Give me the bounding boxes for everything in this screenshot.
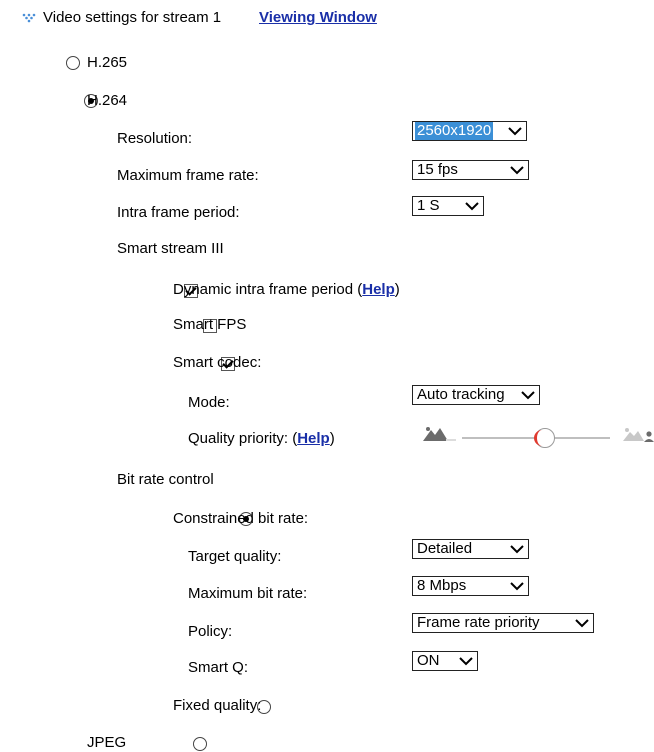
max-frame-rate-select[interactable]: 15 fps xyxy=(412,160,529,180)
chevron-down-icon xyxy=(509,161,525,179)
smart-q-label: Smart Q: xyxy=(188,659,249,676)
max-bit-rate-value: 8 Mbps xyxy=(417,577,467,594)
h265-label[interactable]: H.265 xyxy=(87,54,127,72)
dynamic-intra-help-link[interactable]: Help xyxy=(362,281,395,298)
resolution-label: Resolution: xyxy=(117,130,193,147)
smart-stream-title: Smart stream III xyxy=(117,240,224,257)
intra-frame-select[interactable]: 1 S xyxy=(412,196,484,216)
section-title: Video settings for stream 1 xyxy=(43,9,222,26)
constrained-bit-rate-label: Constrained bit rate: xyxy=(173,510,309,527)
smart-q-value: ON xyxy=(417,652,440,669)
jpeg-label[interactable]: JPEG xyxy=(87,734,126,752)
chevron-down-icon xyxy=(509,577,525,595)
landscape-person-icon xyxy=(622,426,654,442)
intra-frame-value: 1 S xyxy=(417,197,440,214)
dynamic-intra-label-suffix: ) xyxy=(394,281,400,298)
policy-select[interactable]: Frame rate priority xyxy=(412,613,594,633)
target-quality-select[interactable]: Detailed xyxy=(412,539,529,559)
dynamic-intra-label: Dynamic intra frame period (Help) xyxy=(173,281,400,299)
intra-frame-label: Intra frame period: xyxy=(117,204,240,221)
max-frame-rate-value: 15 fps xyxy=(417,161,458,178)
fixed-quality-label: Fixed quality: xyxy=(173,697,262,714)
chevron-down-icon xyxy=(458,652,474,670)
smart-q-select[interactable]: ON xyxy=(412,651,478,671)
policy-label: Policy: xyxy=(188,623,233,640)
policy-value: Frame rate priority xyxy=(417,614,540,631)
quality-priority-label-suffix: ) xyxy=(329,430,335,447)
viewing-window-link[interactable]: Viewing Window xyxy=(259,9,377,27)
quality-priority-help-link[interactable]: Help xyxy=(297,430,330,447)
h265-radio[interactable] xyxy=(66,56,80,70)
chevron-down-icon xyxy=(507,122,523,140)
jpeg-radio[interactable] xyxy=(193,737,208,751)
target-quality-label: Target quality: xyxy=(188,548,282,565)
stream-expand-icon[interactable] xyxy=(22,11,36,23)
chevron-down-icon xyxy=(464,197,480,215)
mode-value: Auto tracking xyxy=(417,386,505,403)
chevron-down-icon xyxy=(520,386,536,404)
resolution-value: 2560x1920 xyxy=(415,122,494,140)
chevron-down-icon xyxy=(574,614,590,632)
chevron-down-icon xyxy=(509,540,525,558)
target-quality-value: Detailed xyxy=(417,540,473,557)
max-bit-rate-select[interactable]: 8 Mbps xyxy=(412,576,529,596)
max-frame-rate-label: Maximum frame rate: xyxy=(117,167,259,184)
bit-rate-control-title: Bit rate control xyxy=(117,471,214,488)
quality-priority-label-text: Quality priority: ( xyxy=(188,430,298,447)
smart-codec-label: Smart codec: xyxy=(173,354,262,371)
mode-label: Mode: xyxy=(188,394,230,411)
dynamic-intra-label-text: Dynamic intra frame period ( xyxy=(173,281,363,298)
smart-fps-label: Smart FPS xyxy=(173,316,247,333)
quality-priority-label: Quality priority: (Help) xyxy=(188,430,335,448)
resolution-select[interactable]: 2560x1920 xyxy=(412,121,527,141)
max-bit-rate-label: Maximum bit rate: xyxy=(188,585,308,602)
quality-priority-slider-handle[interactable] xyxy=(534,428,555,448)
mode-select[interactable]: Auto tracking xyxy=(412,385,540,405)
h264-label[interactable]: H.264 xyxy=(87,92,127,110)
landscape-low-quality-icon xyxy=(422,426,456,442)
